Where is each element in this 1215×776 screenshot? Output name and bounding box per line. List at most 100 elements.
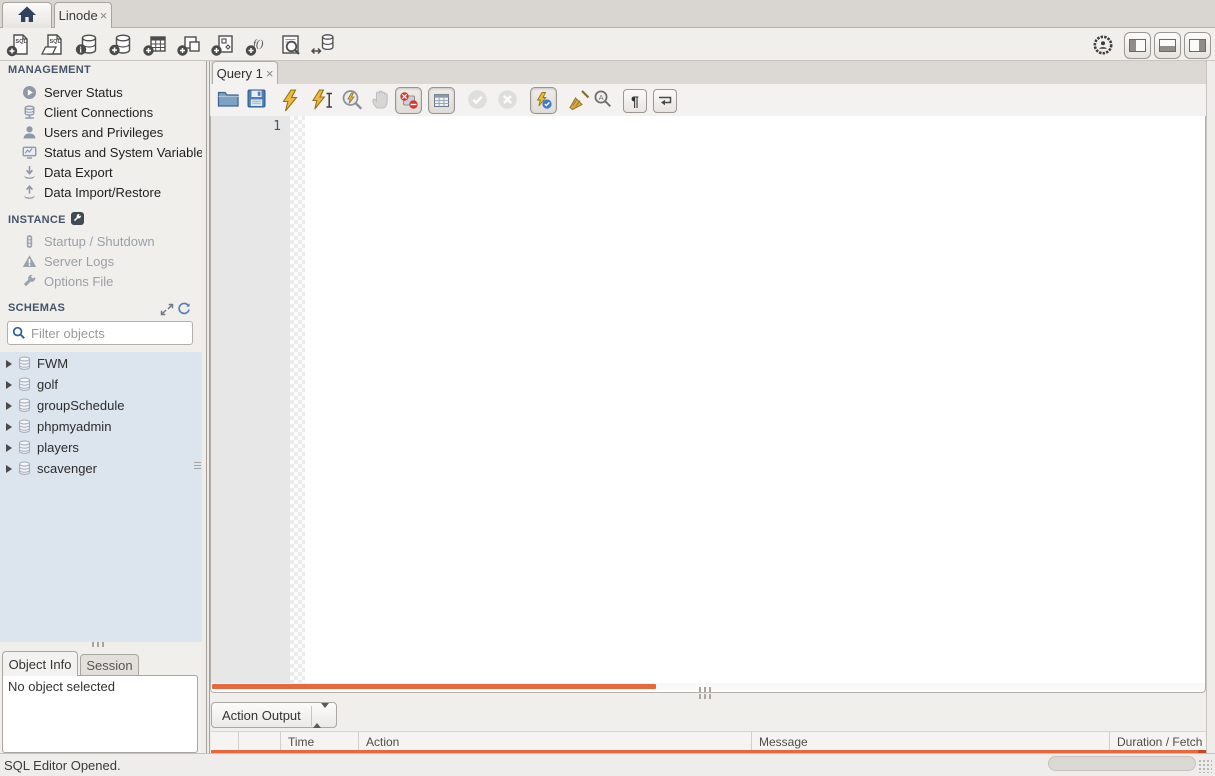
open-sql-script-icon[interactable]: SQL <box>40 33 66 57</box>
sidebar-item-options-file[interactable]: Options File <box>0 271 202 291</box>
sql-editor-area[interactable] <box>305 116 1205 683</box>
connection-tab-bar: Linode × <box>0 0 1215 28</box>
bottom-panel-icon <box>1159 39 1176 52</box>
schema-row-fwm[interactable]: FWM <box>0 353 202 374</box>
output-selector-dropdown[interactable]: Action Output <box>211 702 337 728</box>
navigator-sidebar: MANAGEMENT Server Status Client Connecti… <box>0 61 202 753</box>
sidebar-item-server-status[interactable]: Server Status <box>0 82 202 102</box>
column-message[interactable]: Message <box>752 732 1110 750</box>
tab-query-1[interactable]: Query 1 × <box>212 61 278 84</box>
stop-on-error-toggle[interactable] <box>395 87 422 114</box>
new-schema-icon[interactable] <box>108 33 134 57</box>
expander-triangle-icon[interactable] <box>6 380 12 389</box>
sidebar-item-data-export[interactable]: Data Export <box>0 162 202 182</box>
expand-icon[interactable] <box>160 303 174 319</box>
commit-icon[interactable] <box>467 89 488 113</box>
status-bar: SQL Editor Opened. <box>0 753 1215 776</box>
expander-triangle-icon[interactable] <box>6 443 12 452</box>
execute-current-icon[interactable] <box>311 89 335 115</box>
toggle-right-panel-button[interactable] <box>1184 32 1211 59</box>
server-status-icon <box>22 85 37 100</box>
stop-icon[interactable] <box>371 89 392 113</box>
invisibles-toggle[interactable]: ¶ <box>623 89 647 113</box>
object-info-text: No object selected <box>8 679 115 694</box>
rollback-icon[interactable] <box>497 89 518 113</box>
home-tab[interactable] <box>2 2 52 28</box>
wrap-toggle[interactable] <box>653 89 677 113</box>
column-time[interactable]: Time <box>281 732 359 750</box>
tab-label: Session <box>86 658 133 673</box>
new-function-icon[interactable]: f() <box>244 33 270 57</box>
explain-icon[interactable] <box>341 89 365 115</box>
data-import-icon <box>22 184 37 200</box>
column-index[interactable] <box>239 732 281 750</box>
data-transfer-icon[interactable] <box>310 33 336 57</box>
save-script-icon[interactable] <box>247 89 266 111</box>
schema-filter-input[interactable] <box>31 325 181 341</box>
new-table-icon[interactable] <box>142 33 168 57</box>
query-tab-label: Query 1 <box>216 65 263 81</box>
column-duration[interactable]: Duration / Fetch <box>1110 732 1206 750</box>
autocommit-toggle[interactable] <box>530 87 557 114</box>
query-tab-close-icon[interactable]: × <box>266 67 274 80</box>
sidebar-item-label: Options File <box>44 273 114 289</box>
line-number: 1 <box>273 119 281 134</box>
sidebar-item-server-logs[interactable]: Server Logs <box>0 251 202 271</box>
schema-row-phpmyadmin[interactable]: phpmyadmin <box>0 416 202 437</box>
management-section-header: MANAGEMENT <box>8 64 91 76</box>
execute-icon[interactable] <box>281 89 299 115</box>
schemas-section-header: SCHEMAS <box>8 302 65 314</box>
schema-row-players[interactable]: players <box>0 437 202 458</box>
svg-text:SQL: SQL <box>50 39 62 45</box>
statusbar-scrollbar-thumb[interactable] <box>1048 756 1196 771</box>
find-icon[interactable]: A <box>593 89 613 112</box>
expander-triangle-icon[interactable] <box>6 422 12 431</box>
sidebar-splitter-grip[interactable] <box>92 642 104 647</box>
search-data-icon[interactable] <box>278 33 304 57</box>
refresh-icon[interactable] <box>177 302 191 319</box>
expander-triangle-icon[interactable] <box>6 464 12 473</box>
editor-gutter: 1 <box>211 116 290 683</box>
sidebar-item-client-connections[interactable]: Client Connections <box>0 102 202 122</box>
schema-row-scavenger[interactable]: scavenger <box>0 458 202 479</box>
limit-rows-toggle[interactable] <box>428 87 455 114</box>
sidebar-item-label: Startup / Shutdown <box>44 233 155 249</box>
new-view-icon[interactable] <box>176 33 202 57</box>
open-script-icon[interactable] <box>217 89 240 111</box>
new-procedure-icon[interactable] <box>210 33 236 57</box>
connection-tab-linode[interactable]: Linode × <box>54 2 112 28</box>
editor-hscrollbar-thumb[interactable] <box>212 684 656 689</box>
toggle-bottom-panel-button[interactable] <box>1154 32 1181 59</box>
panel-splitter-grip[interactable] <box>194 462 201 471</box>
options-file-icon <box>22 274 37 289</box>
sidebar-item-startup-shutdown[interactable]: Startup / Shutdown <box>0 231 202 251</box>
data-export-icon <box>22 165 37 180</box>
toggle-left-panel-button[interactable] <box>1124 32 1151 59</box>
schema-inspector-icon[interactable]: i <box>74 33 100 57</box>
management-title: MANAGEMENT <box>8 64 92 76</box>
connection-tab-close-icon[interactable]: × <box>100 9 108 22</box>
expander-triangle-icon[interactable] <box>6 359 12 368</box>
sidebar-item-users-privileges[interactable]: Users and Privileges <box>0 122 202 142</box>
svg-text:SQL: SQL <box>16 39 28 45</box>
expander-triangle-icon[interactable] <box>6 401 12 410</box>
schema-name: golf <box>37 377 58 392</box>
column-action[interactable]: Action <box>359 732 752 750</box>
output-splitter-grip[interactable] <box>699 687 711 692</box>
output-splitter-grip[interactable] <box>699 694 711 699</box>
tab-object-info[interactable]: Object Info <box>2 651 78 676</box>
schema-name: FWM <box>37 356 69 371</box>
tab-session[interactable]: Session <box>80 654 139 676</box>
column-status-icon[interactable] <box>211 732 239 750</box>
sidebar-item-data-import[interactable]: Data Import/Restore <box>0 182 202 202</box>
assistant-badge-icon[interactable] <box>1092 34 1118 58</box>
sidebar-item-status-variables[interactable]: Status and System Variables <box>0 142 202 162</box>
schema-list: FWM golf groupSchedule phpmyadmin player… <box>0 352 202 642</box>
window-resize-grip[interactable] <box>1198 759 1212 773</box>
beautify-icon[interactable] <box>567 89 591 113</box>
schema-row-golf[interactable]: golf <box>0 374 202 395</box>
schema-row-groupschedule[interactable]: groupSchedule <box>0 395 202 416</box>
column-label: Action <box>366 734 400 749</box>
tab-label: Object Info <box>8 656 72 672</box>
new-sql-tab-icon[interactable]: SQL <box>6 33 32 57</box>
